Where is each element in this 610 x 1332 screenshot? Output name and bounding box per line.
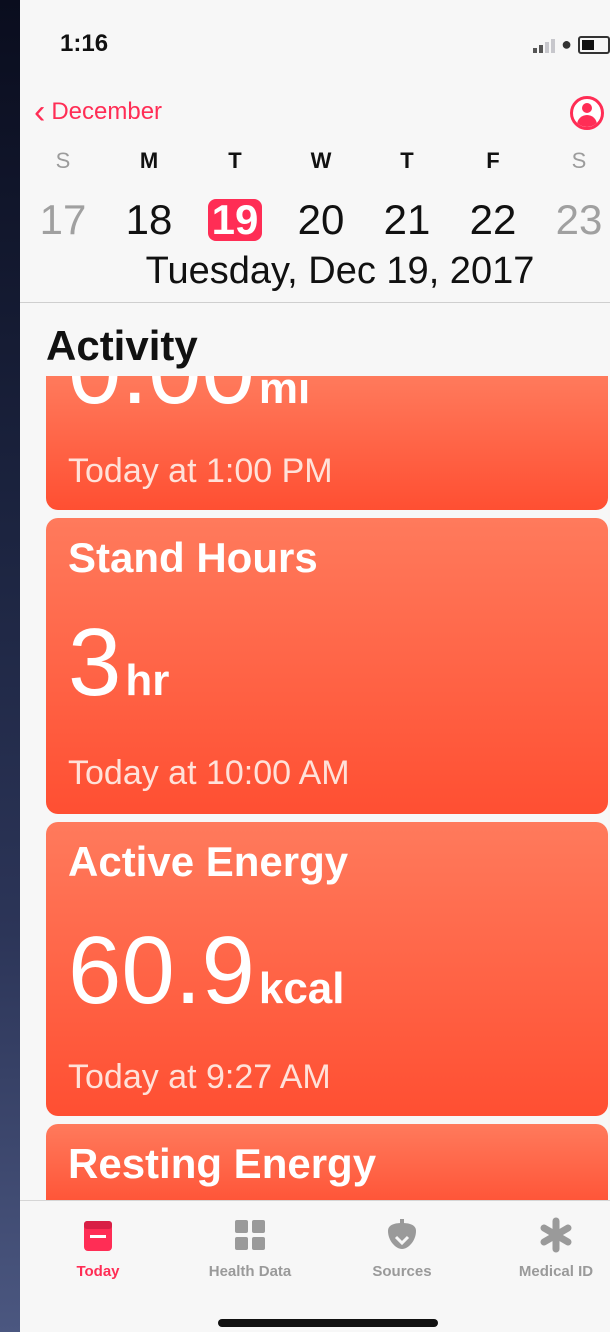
card-subtitle: Today at 9:27 AM bbox=[68, 1058, 331, 1096]
card-value: 0.00mi bbox=[68, 376, 310, 426]
card-value: 60.9kcal bbox=[68, 916, 344, 1026]
distance-card[interactable]: 0.00mi Today at 1:00 PM bbox=[46, 376, 608, 510]
card-value-unit: mi bbox=[258, 376, 311, 413]
medical-id-icon bbox=[540, 1217, 572, 1253]
tab-label: Medical ID bbox=[518, 1263, 594, 1280]
health-app-screen: 1:16 ● ‹ December S M T W T F S 17 18 19… bbox=[20, 0, 610, 1332]
weekday-label: T bbox=[400, 148, 414, 173]
weekday-label: S bbox=[571, 148, 587, 173]
card-title: Active Energy bbox=[68, 838, 349, 885]
tab-bar: Today Health Data Sources Medical ID bbox=[20, 1200, 610, 1332]
card-value: 3hr bbox=[68, 608, 169, 718]
status-icons: ● bbox=[533, 34, 610, 55]
date-21[interactable]: 21 bbox=[364, 196, 450, 244]
week-date-strip: 17 18 19 20 21 22 23 bbox=[20, 196, 610, 244]
tab-today[interactable]: Today bbox=[28, 1215, 168, 1280]
weekday-label: F bbox=[486, 148, 500, 173]
health-data-icon bbox=[235, 1220, 265, 1250]
status-bar: 1:16 ● bbox=[20, 0, 610, 90]
selected-full-date: Tuesday, Dec 19, 2017 bbox=[145, 250, 535, 292]
card-value-unit: kcal bbox=[258, 964, 345, 1013]
status-time: 1:16 bbox=[60, 30, 109, 57]
weekday-label: M bbox=[139, 148, 159, 173]
weekday-header: S M T W T F S bbox=[20, 148, 610, 174]
wifi-icon: ● bbox=[561, 34, 572, 54]
card-subtitle: Today at 10:00 AM bbox=[68, 754, 350, 792]
weekday-label: W bbox=[310, 148, 332, 173]
divider bbox=[20, 302, 610, 303]
card-value-unit: hr bbox=[125, 656, 170, 705]
stand-hours-card[interactable]: Stand Hours 3hr Today at 10:00 AM bbox=[46, 518, 608, 814]
card-title: Stand Hours bbox=[68, 534, 318, 581]
card-value-number: 60.9 bbox=[68, 917, 255, 1024]
weekday-label: S bbox=[55, 148, 71, 173]
card-subtitle: Today at 1:00 PM bbox=[68, 452, 333, 490]
today-icon bbox=[84, 1221, 112, 1251]
date-23[interactable]: 23 bbox=[536, 196, 610, 244]
card-value-number: 3 bbox=[68, 609, 122, 716]
cellular-signal-icon bbox=[533, 37, 556, 53]
back-button[interactable]: ‹ December bbox=[34, 93, 163, 131]
weekday-label: T bbox=[228, 148, 242, 173]
tab-label: Sources bbox=[372, 1263, 432, 1280]
tab-health-data[interactable]: Health Data bbox=[180, 1215, 320, 1280]
date-19-selected[interactable]: 19 bbox=[192, 196, 278, 244]
profile-icon[interactable] bbox=[570, 96, 604, 130]
active-energy-card[interactable]: Active Energy 60.9kcal Today at 9:27 AM bbox=[46, 822, 608, 1116]
tab-label: Health Data bbox=[208, 1263, 292, 1280]
chevron-left-icon: ‹ bbox=[34, 93, 46, 131]
date-20[interactable]: 20 bbox=[278, 196, 364, 244]
date-22[interactable]: 22 bbox=[450, 196, 536, 244]
card-value-number: 0.00 bbox=[68, 376, 255, 424]
tab-medical-id[interactable]: Medical ID bbox=[486, 1215, 610, 1280]
date-18[interactable]: 18 bbox=[106, 196, 192, 244]
card-title: Resting Energy bbox=[68, 1140, 377, 1187]
back-button-label: December bbox=[51, 98, 163, 125]
tab-label: Today bbox=[76, 1263, 120, 1280]
wallpaper-edge bbox=[0, 0, 22, 1332]
tab-sources[interactable]: Sources bbox=[332, 1215, 472, 1280]
battery-icon bbox=[578, 35, 610, 54]
sources-icon bbox=[388, 1219, 416, 1249]
section-title: Activity bbox=[46, 322, 198, 369]
date-17[interactable]: 17 bbox=[20, 196, 106, 244]
nav-bar: ‹ December bbox=[20, 90, 610, 140]
selected-date-badge: 19 bbox=[207, 199, 263, 241]
home-indicator[interactable] bbox=[218, 1319, 438, 1327]
